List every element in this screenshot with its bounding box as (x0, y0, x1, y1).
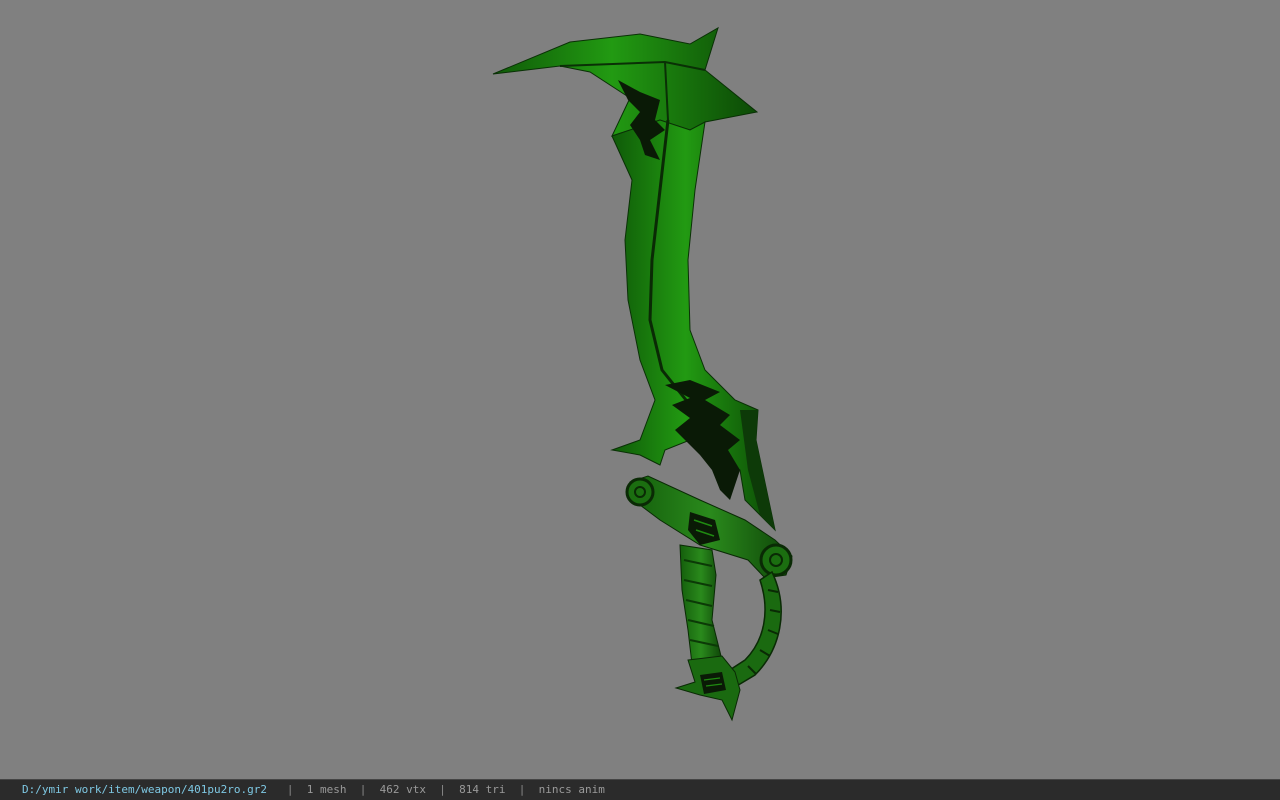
mesh-count: 1 mesh (306, 783, 347, 796)
crossguard-scroll-left (625, 477, 655, 507)
blade-tip (492, 26, 759, 137)
sword-model[interactable] (0, 0, 1280, 779)
status-separator: | (359, 783, 367, 796)
status-separator: | (518, 783, 526, 796)
animation-status: nincs anim (538, 783, 605, 796)
vertex-count: 462 vtx (379, 783, 427, 796)
crossguard-scroll-right (759, 543, 793, 577)
status-bar: D:/ymir work/item/weapon/401pu2ro.gr2 | … (0, 779, 1280, 800)
file-path: D:/ymir work/item/weapon/401pu2ro.gr2 (22, 783, 268, 796)
status-separator: | (286, 783, 294, 796)
triangle-count: 814 tri (459, 783, 506, 796)
3d-viewport[interactable] (0, 0, 1280, 779)
pommel-emblem (700, 672, 726, 694)
status-separator: | (439, 783, 446, 796)
